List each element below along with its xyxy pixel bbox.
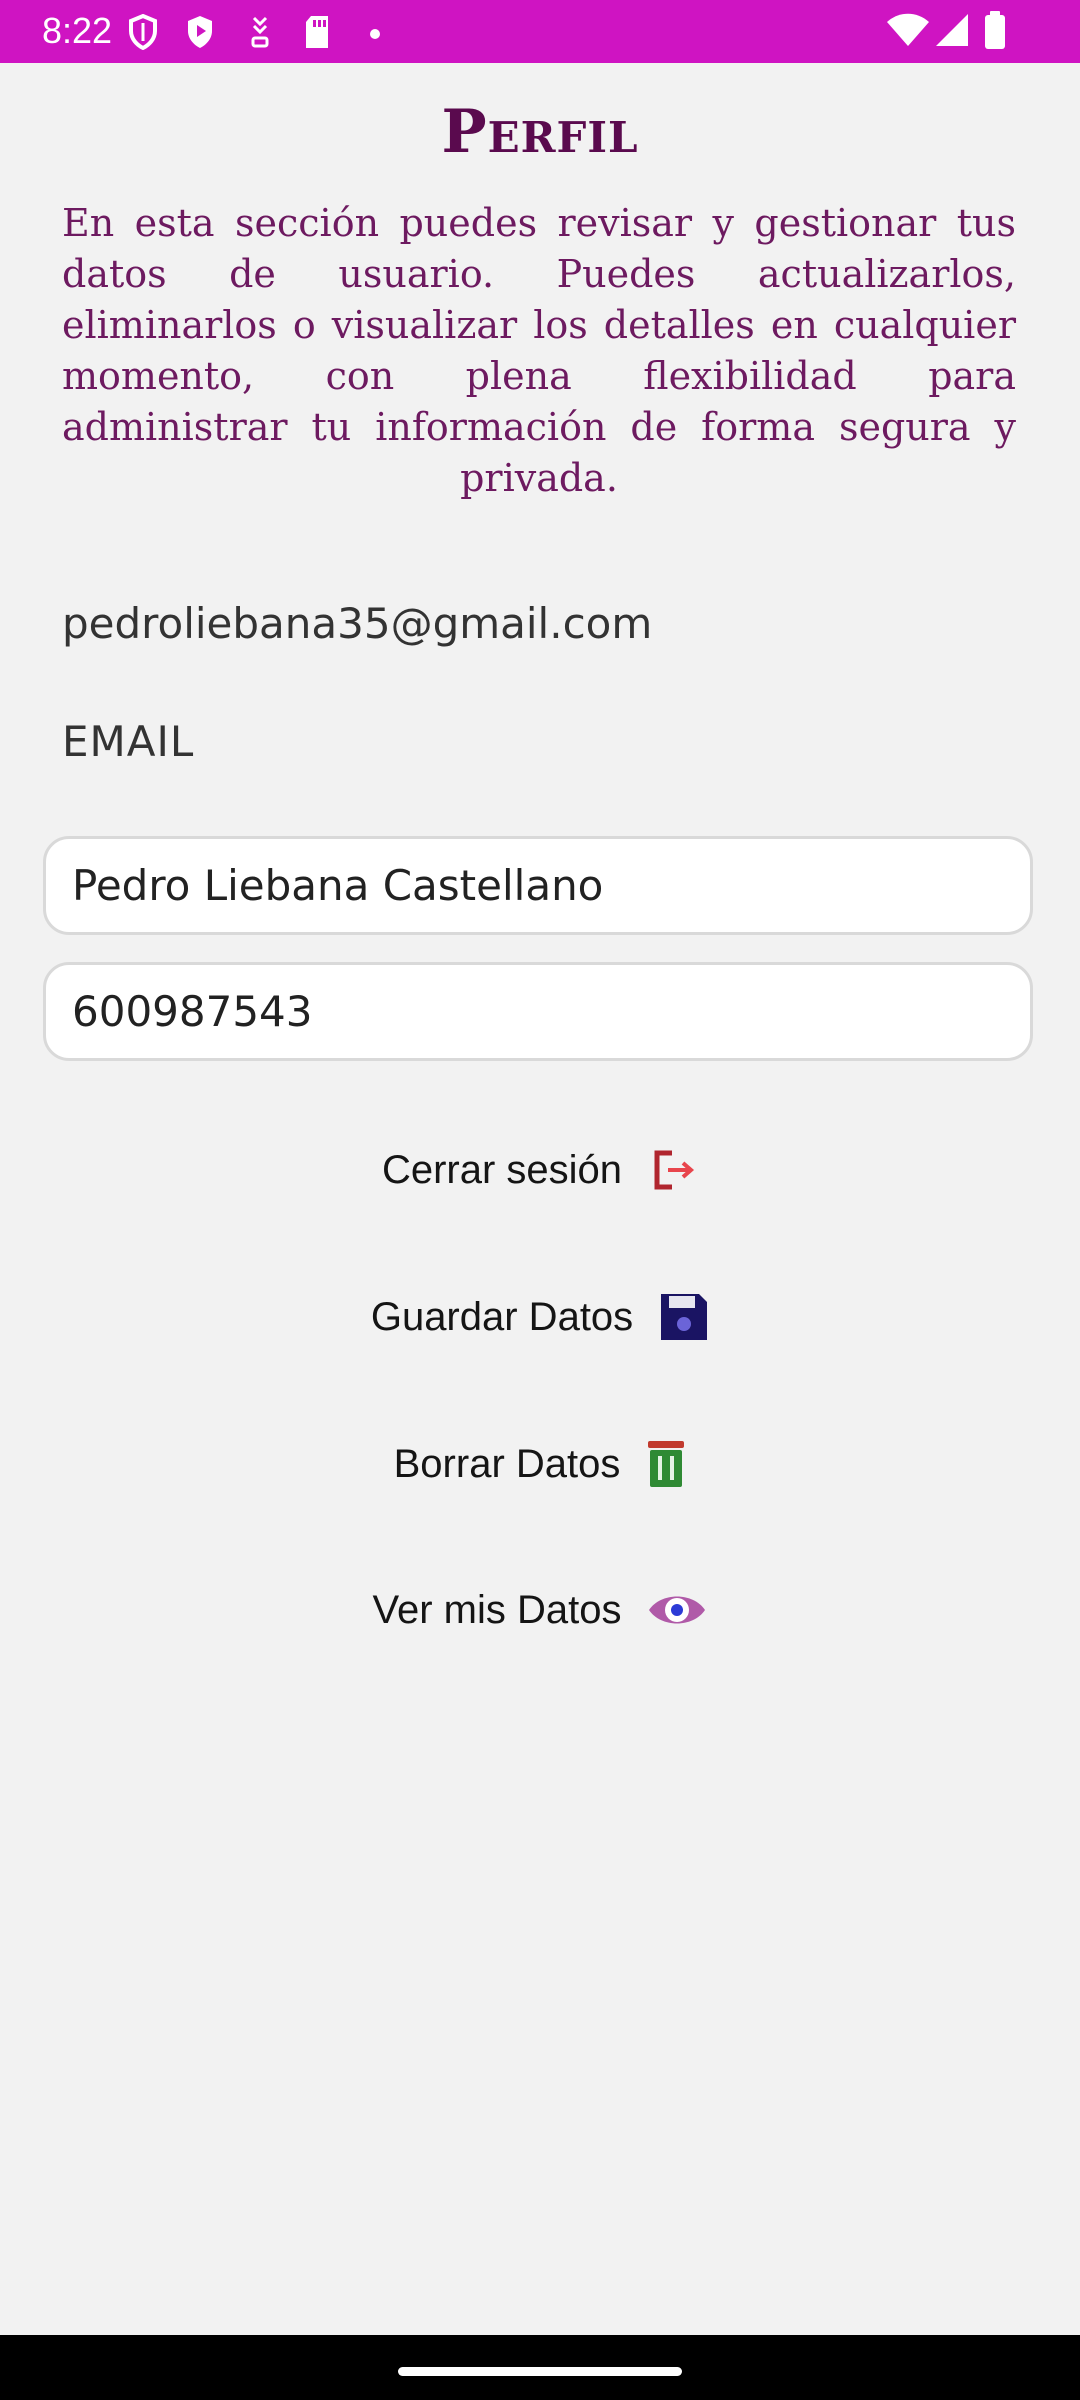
notification-dot-icon — [369, 25, 381, 44]
delete-data-button[interactable]: Borrar Datos — [0, 1424, 1080, 1504]
view-data-button[interactable]: Ver mis Datos — [0, 1570, 1080, 1650]
battery-icon — [983, 10, 1007, 54]
download-icon — [245, 14, 275, 54]
floppy-disk-icon — [659, 1292, 709, 1342]
home-gesture-handle[interactable] — [398, 2367, 682, 2376]
logout-icon — [648, 1145, 698, 1195]
phone-field[interactable] — [43, 962, 1033, 1061]
eye-icon — [647, 1588, 707, 1632]
page-title: Perfil — [0, 92, 1080, 172]
page-title-text: Perfil — [441, 97, 639, 167]
email-value: pedroliebana35@gmail.com — [62, 599, 653, 648]
trash-icon — [646, 1439, 686, 1489]
email-label: EMAIL — [62, 717, 195, 766]
name-field[interactable] — [43, 836, 1033, 935]
delete-data-label: Borrar Datos — [393, 1441, 621, 1486]
wifi-icon — [886, 12, 930, 52]
status-bar: 8:22 — [0, 0, 1080, 63]
save-data-label: Guardar Datos — [370, 1294, 634, 1339]
status-time: 8:22 — [42, 10, 113, 51]
shield-icon — [128, 13, 158, 54]
save-data-button[interactable]: Guardar Datos — [0, 1277, 1080, 1357]
sd-card-icon — [302, 14, 332, 54]
view-data-label: Ver mis Datos — [372, 1587, 622, 1632]
play-protect-icon — [185, 14, 215, 54]
description-text: En esta sección puedes revisar y gestion… — [62, 201, 1016, 500]
logout-button[interactable]: Cerrar sesión — [0, 1130, 1080, 1210]
logout-label: Cerrar sesión — [381, 1147, 623, 1192]
cell-signal-icon — [934, 12, 970, 52]
